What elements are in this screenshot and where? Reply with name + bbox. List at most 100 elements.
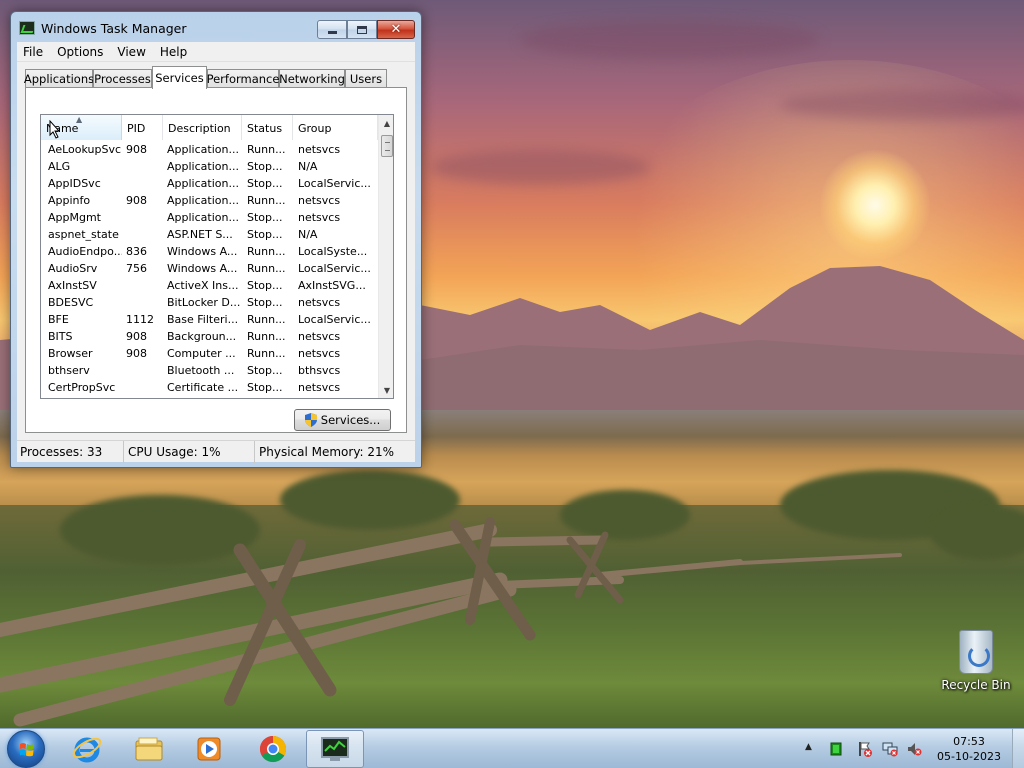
cell-status: Stop... xyxy=(247,364,283,377)
close-icon: ✕ xyxy=(390,22,402,37)
tab-applications[interactable]: Applications xyxy=(24,69,94,88)
task-manager-icon xyxy=(321,737,349,761)
table-row[interactable]: AppMgmt Application... Stop... netsvcs xyxy=(41,209,378,226)
table-row[interactable]: CertPropSvc Certificate ... Stop... netsvcs xyxy=(41,379,378,396)
cell-group: bthsvcs xyxy=(298,364,341,377)
cell-pid: 1112 xyxy=(126,313,154,326)
cell-status: Runn... xyxy=(247,330,286,343)
column-label: PID xyxy=(127,122,146,135)
cell-group: N/A xyxy=(298,160,318,173)
tab-processes[interactable]: Processes xyxy=(93,69,152,88)
table-row[interactable]: AxInstSV ActiveX Ins... Stop... AxInstSVG..… xyxy=(41,277,378,294)
title-bar[interactable]: Windows Task Manager ✕ xyxy=(11,12,421,42)
cell-status: Runn... xyxy=(247,313,286,326)
tab-performance[interactable]: Performance xyxy=(207,69,279,88)
task-manager-window: Windows Task Manager ✕ File Options View… xyxy=(10,11,422,468)
maximize-button[interactable] xyxy=(347,20,377,39)
cell-pid: 908 xyxy=(126,347,147,360)
vertical-scrollbar[interactable]: ▲ ▼ xyxy=(378,115,393,398)
task-manager-icon xyxy=(19,21,35,35)
scrollbar-thumb[interactable] xyxy=(381,135,393,157)
column-header-group[interactable]: Group xyxy=(293,115,378,140)
taskbar-internet-explorer[interactable] xyxy=(58,730,116,768)
cell-description: Application... xyxy=(167,211,239,224)
tab-users[interactable]: Users xyxy=(345,69,387,88)
column-label: Description xyxy=(168,122,231,135)
task-manager-tray-icon[interactable] xyxy=(828,741,844,757)
clock-time: 07:53 xyxy=(953,735,985,748)
column-header-pid[interactable]: PID xyxy=(122,115,163,140)
tab-services[interactable]: Services xyxy=(152,66,207,89)
network-icon[interactable] xyxy=(882,741,898,757)
table-row[interactable]: ALG Application... Stop... N/A xyxy=(41,158,378,175)
table-row[interactable]: bthserv Bluetooth ... Stop... bthsvcs xyxy=(41,362,378,379)
cell-pid: 908 xyxy=(126,194,147,207)
column-header-status[interactable]: Status xyxy=(242,115,293,140)
cell-status: Stop... xyxy=(247,381,283,394)
taskbar-clock[interactable]: 07:53 05-10-2023 xyxy=(930,734,1008,764)
menu-file[interactable]: File xyxy=(17,45,51,59)
cell-group: N/A xyxy=(298,228,318,241)
cell-description: Application... xyxy=(167,177,239,190)
column-header-description[interactable]: Description xyxy=(163,115,242,140)
cell-name: aspnet_state xyxy=(48,228,119,241)
recycle-bin-label: Recycle Bin xyxy=(941,678,1011,692)
system-tray: ▲ xyxy=(800,729,930,768)
status-processes: Processes: 33 xyxy=(17,441,124,463)
cell-description: Application... xyxy=(167,194,239,207)
cell-group: netsvcs xyxy=(298,347,341,360)
cell-name: CertPropSvc xyxy=(48,381,116,394)
volume-muted-icon[interactable] xyxy=(906,741,922,757)
scroll-up-arrow-icon[interactable]: ▲ xyxy=(379,115,393,131)
tab-networking[interactable]: Networking xyxy=(279,69,345,88)
start-button[interactable] xyxy=(7,730,45,768)
recycle-bin-shortcut[interactable]: Recycle Bin xyxy=(940,630,1012,692)
table-row[interactable]: AeLookupSvc 908 Application... Runn... netsv… xyxy=(41,141,378,158)
scroll-down-arrow-icon[interactable]: ▼ xyxy=(379,382,393,398)
window-title: Windows Task Manager xyxy=(41,21,187,36)
cell-status: Stop... xyxy=(247,228,283,241)
minimize-button[interactable] xyxy=(317,20,347,39)
taskbar-file-explorer[interactable] xyxy=(120,730,178,768)
services-list[interactable]: ▲ Name PID Description Status Group AeLo… xyxy=(40,114,394,399)
table-row[interactable]: AppIDSvc Application... Stop... LocalServic… xyxy=(41,175,378,192)
cell-group: netsvcs xyxy=(298,211,341,224)
cell-description: Bluetooth ... xyxy=(167,364,235,377)
cell-name: bthserv xyxy=(48,364,90,377)
show-hidden-icons-icon[interactable]: ▲ xyxy=(805,742,821,758)
table-row[interactable]: aspnet_state ASP.NET S... Stop... N/A xyxy=(41,226,378,243)
table-row[interactable]: AudioSrv 756 Windows A... Runn... LocalServi… xyxy=(41,260,378,277)
table-row[interactable]: AudioEndpo... 836 Windows A... Runn... Local… xyxy=(41,243,378,260)
cell-description: Base Filteri... xyxy=(167,313,239,326)
close-button[interactable]: ✕ xyxy=(377,20,415,39)
taskbar-chrome[interactable] xyxy=(244,730,302,768)
windows-logo-icon xyxy=(20,743,34,757)
sort-ascending-icon: ▲ xyxy=(76,115,83,124)
cell-group: netsvcs xyxy=(298,330,341,343)
maximize-icon xyxy=(357,25,367,34)
show-desktop-button[interactable] xyxy=(1012,729,1024,768)
cell-description: Windows A... xyxy=(167,262,238,275)
table-row[interactable]: BITS 908 Backgroun... Runn... netsvcs xyxy=(41,328,378,345)
taskbar-task-manager[interactable] xyxy=(306,730,364,768)
action-center-flag-icon[interactable] xyxy=(856,741,872,757)
uac-shield-icon xyxy=(304,413,317,427)
services-button[interactable]: Services... xyxy=(294,409,391,431)
media-player-icon xyxy=(197,737,221,761)
table-row[interactable]: BFE 1112 Base Filteri... Runn... LocalServic… xyxy=(41,311,378,328)
cell-name: AeLookupSvc xyxy=(48,143,122,156)
menu-help[interactable]: Help xyxy=(154,45,195,59)
menu-options[interactable]: Options xyxy=(51,45,111,59)
table-row[interactable]: Browser 908 Computer ... Runn... netsvcs xyxy=(41,345,378,362)
cell-group: LocalServic... xyxy=(298,177,371,190)
cell-pid: 836 xyxy=(126,245,147,258)
taskbar-media-player[interactable] xyxy=(180,730,238,768)
cell-status: Runn... xyxy=(247,143,286,156)
table-row[interactable]: Appinfo 908 Application... Runn... netsvcs xyxy=(41,192,378,209)
cell-description: ActiveX Ins... xyxy=(167,279,239,292)
table-row[interactable]: BDESVC BitLocker D... Stop... netsvcs xyxy=(41,294,378,311)
cell-description: Windows A... xyxy=(167,245,238,258)
column-label: Group xyxy=(298,122,332,135)
cell-group: AxInstSVG... xyxy=(298,279,366,292)
menu-view[interactable]: View xyxy=(111,45,153,59)
